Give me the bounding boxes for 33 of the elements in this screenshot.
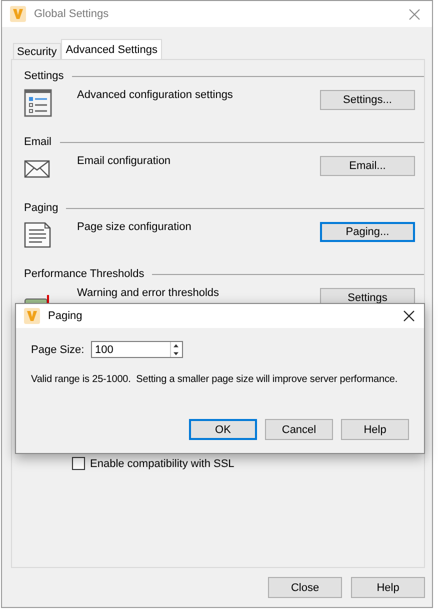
dialog-button[interactable]: OK (189, 419, 257, 440)
footer-button[interactable]: Close (268, 577, 342, 598)
section-button[interactable]: Email... (320, 156, 415, 176)
envelope-icon (24, 160, 50, 178)
section-description: Advanced configuration settings (77, 88, 234, 101)
spin-up-icon[interactable] (171, 342, 181, 350)
section-button[interactable]: Settings... (320, 90, 415, 110)
tab[interactable]: Security (13, 43, 61, 59)
list-icon (24, 89, 52, 117)
section-heading: Settings (24, 70, 64, 82)
window-title: Global Settings (34, 8, 110, 20)
section-description: Warning and error thresholds (77, 286, 220, 299)
checkbox[interactable] (72, 457, 85, 470)
dialog-title: Paging (48, 310, 84, 322)
section-description: Page size configuration (77, 220, 192, 233)
app-logo-icon (10, 6, 26, 22)
section-description: Email configuration (77, 154, 172, 167)
document-icon (24, 222, 51, 248)
field-label: Page Size: (31, 344, 86, 356)
dialog-button[interactable]: Help (341, 419, 409, 440)
section-heading: Paging (24, 202, 58, 214)
dialog-button[interactable]: Cancel (265, 419, 333, 440)
checkbox-label: Enable compatibility with SSL (90, 458, 234, 470)
page-size-input[interactable]: 100 (92, 342, 165, 357)
spin-down-icon[interactable] (171, 350, 181, 357)
section-button[interactable]: Paging... (320, 222, 415, 242)
section-heading: Performance Thresholds (24, 268, 144, 280)
footer-button[interactable]: Help (351, 577, 425, 598)
section-heading: Email (24, 136, 52, 148)
tab[interactable]: Advanced Settings (60, 39, 162, 59)
app-logo-icon (24, 308, 40, 324)
page-size-spinner[interactable]: 100 (91, 341, 183, 358)
info-message: Valid range is 25-1000. Setting a smaller page size will improve server performance. (31, 374, 398, 385)
